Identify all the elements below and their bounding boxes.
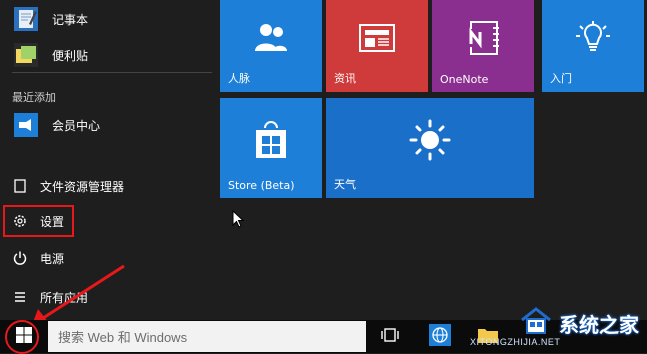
app-label: 便利贴 xyxy=(52,48,89,63)
start-menu-tiles: 人脉 资讯 OneNote 入门 Store (Beta) 天气 xyxy=(218,0,647,320)
file-explorer-label: 文件资源管理器 xyxy=(40,179,125,194)
app-member-center[interactable]: 会员中心 xyxy=(12,110,100,140)
tile-onenote[interactable]: OneNote xyxy=(432,0,534,92)
tile-label: 入门 xyxy=(550,72,572,85)
task-view-icon xyxy=(381,327,399,347)
house-logo-icon xyxy=(519,306,553,340)
search-box[interactable]: 搜索 Web 和 Windows xyxy=(48,321,366,352)
lightbulb-icon xyxy=(573,18,613,62)
watermark-brand: 系统之家 xyxy=(559,312,639,337)
mouse-cursor-icon xyxy=(232,209,245,232)
member-center-icon xyxy=(12,111,40,139)
settings-highlight-box xyxy=(3,205,74,237)
sticky-notes-icon xyxy=(12,41,40,69)
app-sticky-notes[interactable]: 便利贴 xyxy=(12,40,88,70)
tile-label: 人脉 xyxy=(228,72,250,85)
tile-people[interactable]: 人脉 xyxy=(220,0,322,92)
file-explorer-item[interactable]: 文件资源管理器 xyxy=(8,171,124,201)
recent-section-header: 最近添加 xyxy=(12,91,56,104)
tile-label: 天气 xyxy=(334,178,356,191)
watermark-url: XITONGZHIJIA.NET xyxy=(470,337,561,347)
onenote-icon xyxy=(463,18,503,62)
news-icon xyxy=(357,23,397,57)
tile-get-started[interactable]: 入门 xyxy=(542,0,644,92)
shopping-bag-icon xyxy=(251,118,291,166)
tile-label: OneNote xyxy=(440,73,489,86)
notepad-icon xyxy=(12,5,40,33)
search-placeholder: 搜索 Web 和 Windows xyxy=(58,330,188,345)
app-label: 会员中心 xyxy=(52,118,101,133)
tile-news[interactable]: 资讯 xyxy=(326,0,428,92)
tile-label: 资讯 xyxy=(334,72,356,85)
tile-weather[interactable]: 天气 xyxy=(326,98,534,198)
task-view-button[interactable] xyxy=(370,320,410,353)
app-label: 记事本 xyxy=(52,12,89,27)
taskbar-browser-button[interactable] xyxy=(420,320,460,353)
watermark-logo: 系统之家 xyxy=(519,306,639,340)
people-icon xyxy=(251,21,291,59)
tile-store[interactable]: Store (Beta) xyxy=(220,98,322,198)
globe-icon xyxy=(429,323,451,350)
tile-label: Store (Beta) xyxy=(228,179,295,192)
start-button-highlight-circle xyxy=(5,320,39,354)
divider xyxy=(12,72,212,73)
file-explorer-icon xyxy=(12,178,28,194)
sun-icon xyxy=(408,118,452,166)
app-notepad[interactable]: 记事本 xyxy=(12,4,88,34)
